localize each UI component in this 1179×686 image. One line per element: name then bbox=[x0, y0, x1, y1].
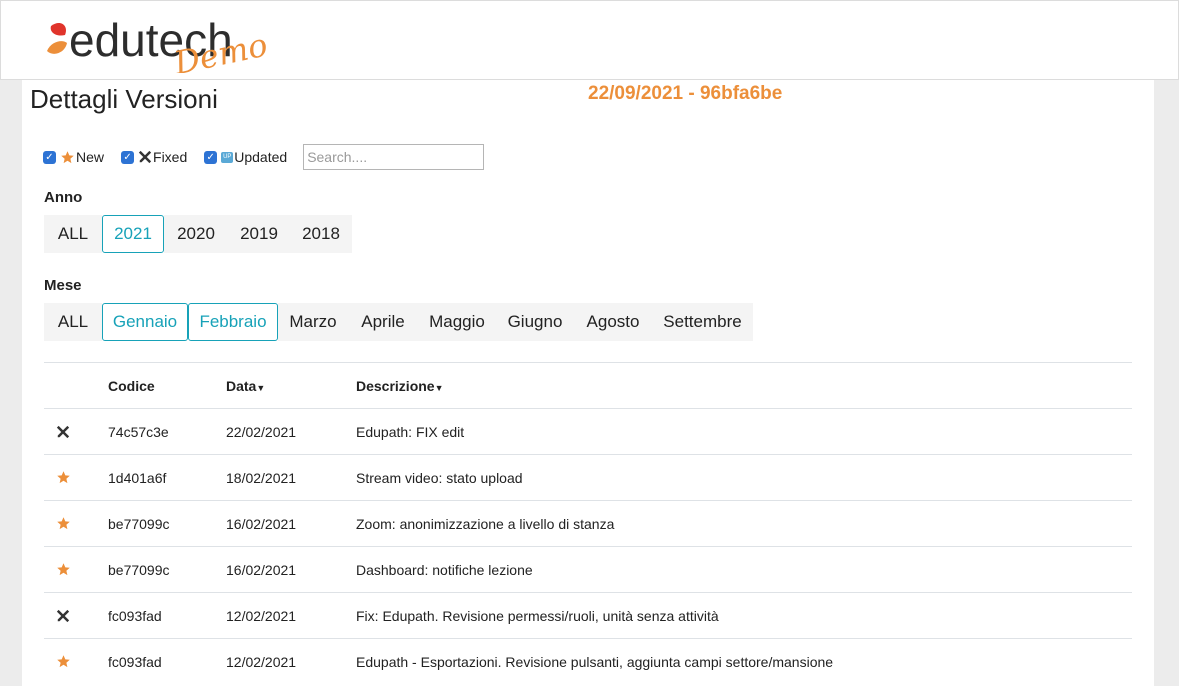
mese-gennaio-button[interactable]: Gennaio bbox=[102, 303, 188, 341]
updated-checkbox[interactable]: ✓ bbox=[204, 150, 218, 164]
col-codice: Codice bbox=[108, 377, 155, 394]
row-data: 16/02/2021 bbox=[226, 561, 297, 578]
table-row[interactable]: 74c57c3e 22/02/2021 Edupath: FIX edit bbox=[44, 408, 1132, 454]
row-descrizione: Edupath - Esportazioni. Revisione pulsan… bbox=[356, 653, 834, 670]
version-info: 22/09/2021 - 96bfa6be bbox=[588, 83, 783, 104]
main-panel: Dettagli Versioni 22/09/2021 - 96bfa6be … bbox=[22, 80, 1154, 686]
updated-icon: UP bbox=[221, 151, 234, 163]
new-checkbox[interactable]: ✓ bbox=[43, 150, 56, 164]
fixed-label: Fixed bbox=[153, 149, 188, 165]
mese-agosto-button[interactable]: Agosto bbox=[574, 303, 652, 341]
tools-icon bbox=[44, 609, 108, 623]
anno-all-button[interactable]: ALL bbox=[44, 215, 102, 253]
col-descrizione[interactable]: Descrizione▼ bbox=[356, 378, 1132, 394]
tools-icon bbox=[138, 150, 152, 164]
tools-icon bbox=[44, 425, 108, 439]
mese-febbraio-button[interactable]: Febbraio bbox=[188, 303, 278, 341]
mese-all-button[interactable]: ALL bbox=[44, 303, 102, 341]
star-icon bbox=[44, 562, 108, 577]
mese-buttons: ALL Gennaio Febbraio Marzo Aprile Maggio… bbox=[44, 303, 753, 341]
anno-2020-button[interactable]: 2020 bbox=[164, 215, 228, 253]
row-data: 22/02/2021 bbox=[226, 423, 297, 440]
sort-caret-icon: ▼ bbox=[434, 382, 444, 393]
page-title: Dettagli Versioni bbox=[30, 84, 218, 114]
row-data: 18/02/2021 bbox=[226, 469, 297, 486]
top-bar: edutech Demo bbox=[0, 0, 1179, 80]
mese-giugno-button[interactable]: Giugno bbox=[496, 303, 574, 341]
row-descrizione: Zoom: anonimizzazione a livello di stanz… bbox=[356, 515, 615, 532]
anno-buttons: ALL 2021 2020 2019 2018 bbox=[44, 215, 352, 253]
anno-2018-button[interactable]: 2018 bbox=[290, 215, 352, 253]
mese-aprile-button[interactable]: Aprile bbox=[348, 303, 418, 341]
table-row[interactable]: be77099c 16/02/2021 Zoom: anonimizzazione … bbox=[44, 500, 1132, 546]
row-codice: be77099c bbox=[108, 561, 170, 578]
table-row[interactable]: fc093fad 12/02/2021 Edupath - Esportazioni… bbox=[44, 638, 1132, 684]
filter-bar: ✓ New ✓ Fixed ✓ UP Updated bbox=[43, 143, 485, 171]
row-codice: be77099c bbox=[108, 515, 170, 532]
new-label: New bbox=[76, 149, 105, 165]
fixed-checkbox[interactable]: ✓ bbox=[121, 150, 135, 164]
row-descrizione: Edupath: FIX edit bbox=[356, 423, 465, 440]
table-header: Codice Data▼ Descrizione▼ bbox=[44, 362, 1132, 408]
updated-label: Updated bbox=[234, 149, 288, 165]
row-codice: 1d401a6f bbox=[108, 469, 167, 486]
mese-label: Mese bbox=[44, 277, 82, 294]
anno-label: Anno bbox=[44, 189, 83, 206]
filter-updated[interactable]: ✓ UP Updated bbox=[204, 149, 287, 165]
versions-table: Codice Data▼ Descrizione▼ 74c57c3e 22/02/… bbox=[44, 362, 1132, 684]
row-codice: fc093fad bbox=[108, 653, 162, 670]
row-descrizione: Dashboard: notifiche lezione bbox=[356, 561, 533, 578]
anno-2021-button[interactable]: 2021 bbox=[102, 215, 164, 253]
row-data: 12/02/2021 bbox=[226, 607, 297, 624]
sort-caret-icon: ▼ bbox=[256, 382, 266, 393]
star-icon bbox=[60, 150, 75, 165]
mese-marzo-button[interactable]: Marzo bbox=[278, 303, 348, 341]
star-icon bbox=[44, 654, 108, 669]
row-codice: fc093fad bbox=[108, 607, 162, 624]
table-row[interactable]: fc093fad 12/02/2021 Fix: Edupath. Revision… bbox=[44, 592, 1132, 638]
col-data[interactable]: Data▼ bbox=[226, 378, 356, 394]
table-row[interactable]: be77099c 16/02/2021 Dashboard: notifiche l… bbox=[44, 546, 1132, 592]
row-data: 16/02/2021 bbox=[226, 515, 297, 532]
star-icon bbox=[44, 470, 108, 485]
anno-2019-button[interactable]: 2019 bbox=[228, 215, 290, 253]
mese-maggio-button[interactable]: Maggio bbox=[418, 303, 496, 341]
star-icon bbox=[44, 516, 108, 531]
filter-new[interactable]: ✓ New bbox=[43, 149, 104, 165]
mese-settembre-button[interactable]: Settembre bbox=[652, 303, 753, 341]
row-descrizione: Fix: Edupath. Revisione permessi/ruoli, … bbox=[356, 607, 719, 624]
edutech-logo[interactable]: edutech Demo bbox=[45, 11, 305, 73]
row-descrizione: Stream video: stato upload bbox=[356, 469, 523, 486]
row-codice: 74c57c3e bbox=[108, 423, 169, 440]
filter-fixed[interactable]: ✓ Fixed bbox=[121, 149, 187, 165]
table-row[interactable]: 1d401a6f 18/02/2021 Stream video: stato up… bbox=[44, 454, 1132, 500]
row-data: 12/02/2021 bbox=[226, 653, 297, 670]
search-input[interactable] bbox=[303, 144, 485, 170]
